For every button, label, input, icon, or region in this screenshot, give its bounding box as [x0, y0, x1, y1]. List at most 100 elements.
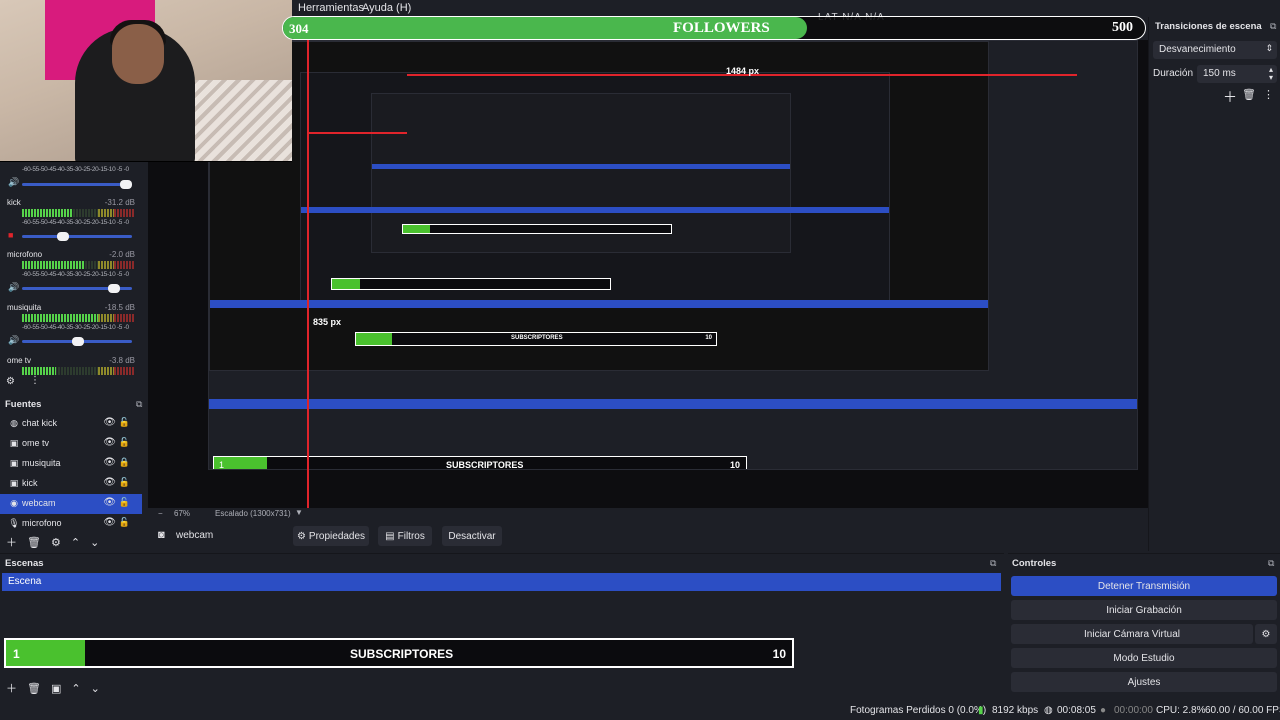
subscribers-goal: 10 — [772, 647, 786, 661]
gear-icon: ⚙ — [1261, 628, 1271, 640]
start-recording-button[interactable]: Iniciar Grabación — [1011, 600, 1277, 620]
source-item[interactable]: 🎙 microfono 👁 🔓 — [0, 514, 142, 534]
chevron-down-icon[interactable]: ▼ — [295, 508, 303, 517]
followers-current: 304 — [289, 21, 309, 36]
selected-source-name: webcam — [176, 530, 214, 541]
eye-icon[interactable]: 👁 — [103, 477, 116, 488]
scene-item[interactable]: Escena — [2, 573, 1001, 591]
chevron-updown-icon: ⇕ — [1265, 43, 1273, 53]
guide-line-horizontal-2 — [307, 132, 407, 134]
source-toolbar: ◙ webcam ⚙ Propiedades ▤ Filtros Desactiva… — [148, 524, 1148, 550]
trash-icon[interactable]: 🗑 — [1242, 88, 1256, 101]
nested-subs-bar-1: 1 SUBSCRIPTORES 10 — [213, 456, 747, 469]
trash-icon[interactable]: 🗑 — [27, 682, 41, 695]
eye-icon[interactable]: 👁 — [103, 417, 116, 428]
down-arrow-icon[interactable]: ⌄ — [91, 682, 100, 695]
record-time: 00:00:00 — [1114, 705, 1153, 716]
menu-help[interactable]: Ayuda (H) — [362, 2, 411, 14]
audio-mixer: -60-55-50-45-40-35-30-25-20-15-10 -5 -0 … — [0, 163, 147, 393]
down-arrow-icon[interactable]: ⌄ — [90, 536, 99, 549]
spinner-icon: ▴ ▾ — [1268, 65, 1273, 82]
lock-icon[interactable]: 🔓 — [119, 477, 130, 488]
followers-goal-bar: 304 FOLLOWERS 500 — [282, 16, 1146, 40]
subscribers-current: 1 — [13, 647, 20, 661]
px-label-width: 1484 px — [726, 66, 760, 76]
followers-label: FOLLOWERS — [673, 20, 770, 36]
dock-icon[interactable]: ⧉ — [1270, 21, 1276, 32]
up-arrow-icon[interactable]: ⌃ — [71, 536, 80, 549]
subscribers-label: SUBSCRIPTORES — [350, 647, 454, 661]
nested-preview-4 — [371, 93, 791, 253]
preview-canvas[interactable]: SUBSCRIPTORES 10 1 SUBSCRIPTORES 10 1484… — [148, 40, 1148, 508]
more-menu-icon[interactable]: ⋮ — [1263, 88, 1274, 101]
filter-icon[interactable]: ▣ — [51, 682, 61, 695]
status-bar: Fotogramas Perdidos 0 (0.0%) ▮ 8192 kbps… — [0, 700, 1280, 720]
cpu-usage: CPU: 2.8% — [1156, 705, 1206, 716]
signal-icon: ▮ — [978, 705, 984, 716]
record-icon: ● — [1100, 705, 1107, 716]
gear-icon: ⚙ — [296, 530, 306, 542]
guide-line-vertical — [307, 40, 309, 508]
duration-label: Duración — [1153, 68, 1194, 79]
lock-icon[interactable]: 🔓 — [119, 437, 130, 448]
source-item[interactable]: ▣ kick 👁 🔓 — [0, 474, 142, 494]
speaker-icon[interactable]: 🔊 — [8, 177, 19, 188]
eye-icon[interactable]: 👁 — [103, 517, 116, 528]
deactivate-button[interactable]: Desactivar — [442, 526, 502, 546]
transitions-title: Transiciones de escena — [1155, 21, 1262, 32]
add-icon[interactable]: ＋ — [6, 534, 17, 550]
muted-speaker-icon[interactable]: ■ — [8, 230, 13, 240]
virtual-cam-settings-button[interactable]: ⚙ — [1255, 624, 1277, 644]
transitions-panel: Transiciones de escena ⧉ Desvanecimiento… — [1148, 17, 1280, 551]
trash-icon[interactable]: 🗑 — [27, 536, 41, 549]
transition-type-select[interactable]: Desvanecimiento ⇕ — [1153, 41, 1277, 59]
followers-goal: 500 — [1112, 20, 1133, 35]
zoom-scaled[interactable]: Escalado (1300x731) — [215, 509, 291, 518]
speaker-icon[interactable]: 🔊 — [8, 282, 19, 293]
gear-icon[interactable]: ⚙ — [51, 536, 61, 549]
mixer-volume-slider-top[interactable] — [22, 180, 132, 189]
duration-input[interactable]: 150 ms ▴ ▾ — [1197, 65, 1277, 83]
bitrate: 8192 kbps — [992, 705, 1039, 716]
window-icon: ▣ — [9, 457, 19, 468]
dock-icon[interactable]: ⧉ — [136, 399, 142, 410]
window-icon: ▣ — [9, 437, 19, 448]
up-arrow-icon[interactable]: ⌃ — [71, 682, 80, 695]
gear-icon[interactable]: ⚙ — [6, 376, 15, 387]
source-item-selected[interactable]: ◉ webcam 👁 🔓 — [0, 494, 142, 514]
lock-icon[interactable]: 🔓 — [119, 417, 130, 428]
stop-stream-button[interactable]: Detener Transmisión — [1011, 576, 1277, 596]
dock-icon[interactable]: ⧉ — [990, 558, 996, 569]
menu-tools[interactable]: Herramientas — [298, 2, 364, 14]
source-item[interactable]: ◍ chat kick 👁 🔓 — [0, 414, 142, 434]
source-item[interactable]: ▣ ome tv 👁 🔓 — [0, 434, 142, 454]
stream-time: 00:08:05 — [1057, 705, 1096, 716]
add-icon[interactable]: ＋ — [6, 680, 17, 696]
start-virtual-cam-button[interactable]: Iniciar Cámara Virtual — [1011, 624, 1253, 644]
more-menu-icon[interactable]: ⋮ — [30, 375, 40, 386]
controls-title: Controles — [1012, 558, 1057, 569]
stream-icon: ◍ — [1044, 705, 1053, 716]
filters-button[interactable]: ▤ Filtros — [378, 526, 432, 546]
eye-icon[interactable]: 👁 — [103, 457, 116, 468]
studio-mode-button[interactable]: Modo Estudio — [1011, 648, 1277, 668]
settings-button[interactable]: Ajustes — [1011, 672, 1277, 692]
zoom-out-icon[interactable]: − — [158, 509, 163, 518]
sources-panel: Fuentes ⧉ ◍ chat kick 👁 🔓 ▣ ome tv 👁 🔓 ▣… — [0, 396, 147, 550]
nested-subs-bar-4 — [402, 224, 672, 234]
speaker-icon[interactable]: 🔊 — [8, 335, 19, 346]
lock-icon[interactable]: 🔒 — [119, 457, 130, 468]
camera-icon: ◙ — [158, 529, 165, 541]
add-icon[interactable]: ＋ — [1223, 87, 1237, 107]
nested-subs-bar-3 — [331, 278, 611, 290]
lock-icon[interactable]: 🔓 — [119, 497, 130, 508]
properties-button[interactable]: ⚙ Propiedades — [293, 526, 369, 546]
zoom-percent[interactable]: 67% — [174, 509, 190, 518]
fps: 60.00 / 60.00 FPS — [1205, 705, 1280, 716]
eye-icon[interactable]: 👁 — [103, 497, 116, 508]
source-item[interactable]: ▣ musiquita 👁 🔒 — [0, 454, 142, 474]
dock-icon[interactable]: ⧉ — [1268, 558, 1274, 569]
eye-icon[interactable]: 👁 — [103, 437, 116, 448]
lock-icon[interactable]: 🔓 — [119, 517, 130, 528]
px-label-height: 835 px — [313, 317, 342, 327]
